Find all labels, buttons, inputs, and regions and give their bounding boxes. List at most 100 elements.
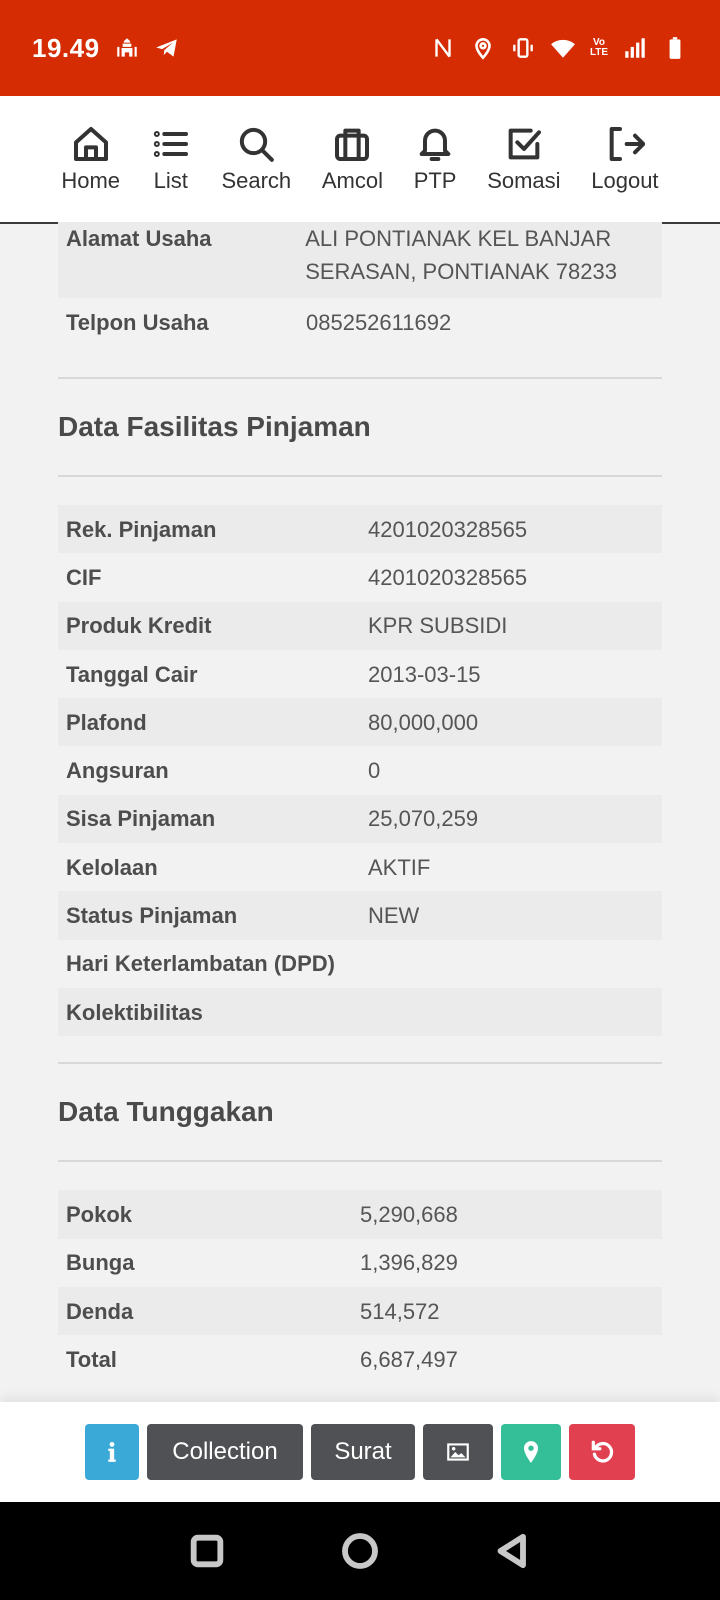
table-row: Rek. Pinjaman 4201020328565 xyxy=(58,505,662,554)
row-key: Tanggal Cair xyxy=(66,661,198,687)
nav-home[interactable]: Home xyxy=(61,124,120,194)
system-nav-bar xyxy=(0,1502,720,1600)
nav-search-label: Search xyxy=(221,168,292,193)
info-row: Alamat Usaha ALI PONTIANAK KEL BANJAR SE… xyxy=(58,222,662,298)
row-value: 80,000,000 xyxy=(368,709,479,735)
row-value: AKTIF xyxy=(368,854,431,880)
tunggakan-table: Pokok 5,290,668 Bunga 1,396,829 Denda 514,572… xyxy=(58,1190,662,1383)
undo-button[interactable] xyxy=(569,1424,635,1480)
table-row: Angsuran 0 xyxy=(58,746,662,794)
row-value: 0 xyxy=(368,758,381,784)
wifi-icon xyxy=(550,35,576,61)
info-key: Telpon Usaha xyxy=(66,310,209,335)
top-nav: Home List Search Amcol PTP Somasi Logout xyxy=(0,96,720,224)
row-value: 4201020328565 xyxy=(368,516,528,542)
recents-icon[interactable] xyxy=(187,1531,227,1571)
nav-search[interactable]: Search xyxy=(221,124,291,194)
table-row: Denda 514,572 xyxy=(58,1286,662,1336)
row-value: 6,687,497 xyxy=(360,1346,458,1372)
row-key: Denda xyxy=(66,1298,134,1324)
info-icon xyxy=(108,1442,116,1462)
nav-home-label: Home xyxy=(61,168,121,193)
signal-icon xyxy=(622,35,648,61)
nav-list[interactable]: List xyxy=(151,124,191,194)
row-key: Total xyxy=(66,1346,117,1372)
row-key: Status Pinjaman xyxy=(66,903,238,929)
divider xyxy=(58,475,662,477)
table-row: Produk Kredit KPR SUBSIDI xyxy=(58,601,662,650)
surat-button[interactable]: Surat xyxy=(311,1424,415,1480)
info-value: 085252611692 xyxy=(306,310,452,335)
table-row: Sisa Pinjaman 25,070,259 xyxy=(58,794,662,844)
table-row: Total 6,687,497 xyxy=(58,1335,662,1383)
table-row: Hari Keterlambatan (DPD) xyxy=(58,940,662,988)
vibrate-icon xyxy=(510,35,536,61)
nfc-icon xyxy=(430,35,456,61)
location-icon xyxy=(470,35,496,61)
logout-icon xyxy=(609,127,645,161)
nav-ptp-label: PTP xyxy=(413,168,457,193)
check-square-icon xyxy=(508,128,541,160)
section-title-fasilitas: Data Fasilitas Pinjaman xyxy=(58,411,371,442)
row-key: Hari Keterlambatan (DPD) xyxy=(66,951,335,977)
section-title-tunggakan: Data Tunggakan xyxy=(58,1096,274,1128)
status-bar: 19.49 Vo LTE xyxy=(0,0,720,96)
action-bar: Collection Surat xyxy=(0,1402,720,1502)
info-key: Alamat Usaha xyxy=(66,226,212,251)
divider xyxy=(58,1160,662,1163)
table-row: Kolektibilitas xyxy=(58,987,662,1037)
nav-somasi-label: Somasi xyxy=(487,168,561,193)
info-value: ALI PONTIANAK KEL BANJAR SERASAN, PONTIA… xyxy=(305,226,617,284)
nav-logout[interactable]: Logout xyxy=(591,124,659,194)
status-time: 19.49 xyxy=(32,32,100,63)
detail-content: Alamat Usaha ALI PONTIANAK KEL BANJAR SE… xyxy=(58,222,662,1383)
battery-icon xyxy=(662,35,688,61)
map-button[interactable] xyxy=(501,1424,561,1480)
nav-ptp[interactable]: PTP xyxy=(413,124,457,194)
home-icon xyxy=(73,127,108,161)
home-circle-icon[interactable] xyxy=(340,1531,380,1571)
row-value: 25,070,259 xyxy=(368,806,479,832)
bell-icon xyxy=(419,128,451,161)
table-row: Bunga 1,396,829 xyxy=(58,1239,662,1287)
row-value: 1,396,829 xyxy=(360,1250,458,1276)
row-key: Plafond xyxy=(66,709,147,735)
briefcase-icon xyxy=(335,128,370,161)
row-key: Produk Kredit xyxy=(66,613,212,639)
fasilitas-table: Rek. Pinjaman 4201020328565 CIF 42010203285… xyxy=(58,505,662,1037)
row-key: Kolektibilitas xyxy=(66,999,203,1025)
row-key: Sisa Pinjaman xyxy=(66,806,216,832)
row-value: 514,572 xyxy=(360,1298,440,1324)
nav-list-label: List xyxy=(153,168,188,193)
info-button[interactable] xyxy=(85,1424,139,1480)
undo-icon xyxy=(591,1440,614,1463)
volte-icon: Vo LTE xyxy=(589,37,609,58)
telegram-icon xyxy=(154,35,180,61)
row-value: 2013-03-15 xyxy=(368,661,481,687)
table-row: Kelolaan AKTIF xyxy=(58,843,662,891)
mosque-icon xyxy=(114,35,140,61)
table-row: Plafond 80,000,000 xyxy=(58,698,662,747)
row-key: Angsuran xyxy=(66,758,169,784)
collection-button[interactable]: Collection xyxy=(147,1424,303,1480)
info-row: Telpon Usaha 085252611692 xyxy=(58,298,662,347)
nav-amcol[interactable]: Amcol xyxy=(322,124,383,194)
row-key: Pokok xyxy=(66,1201,133,1227)
nav-logout-label: Logout xyxy=(591,168,659,193)
table-row: CIF 4201020328565 xyxy=(58,553,662,601)
row-value: 4201020328565 xyxy=(368,564,528,590)
table-row: Tanggal Cair 2013-03-15 xyxy=(58,650,662,698)
list-icon xyxy=(153,131,188,157)
back-icon[interactable] xyxy=(493,1531,533,1571)
row-key: Bunga xyxy=(66,1250,135,1276)
row-key: CIF xyxy=(66,564,102,590)
table-row: Status Pinjaman NEW xyxy=(58,891,662,940)
row-value: 5,290,668 xyxy=(360,1201,458,1227)
map-marker-icon xyxy=(523,1441,539,1463)
image-icon xyxy=(447,1443,469,1461)
image-button[interactable] xyxy=(423,1424,493,1480)
nav-somasi[interactable]: Somasi xyxy=(487,124,561,194)
row-key: Kelolaan xyxy=(66,854,158,880)
row-key: Rek. Pinjaman xyxy=(66,516,217,542)
nav-amcol-label: Amcol xyxy=(321,168,383,193)
